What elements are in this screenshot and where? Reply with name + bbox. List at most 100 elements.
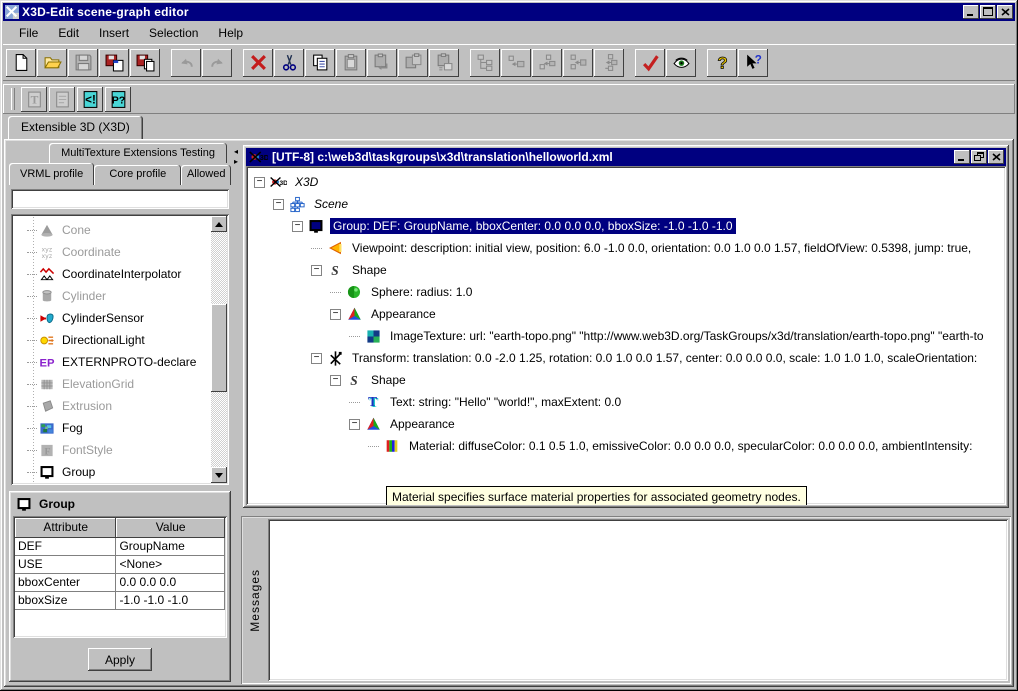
palette-node-cylindersensor[interactable]: CylinderSensor	[15, 307, 229, 329]
palette-node-group[interactable]: Group	[15, 461, 229, 483]
minimize-button[interactable]	[963, 5, 979, 19]
scroll-up-button[interactable]	[211, 216, 227, 232]
palette-node-fontstyle: FFontStyle	[15, 439, 229, 461]
toolbar-button-open-folder[interactable]	[37, 49, 67, 77]
toolbar-separator	[625, 49, 634, 77]
messages-tab[interactable]: Messages	[244, 519, 266, 681]
node-palette-panel: MultiTexture Extensions Testing VRML pro…	[7, 142, 233, 684]
tree-node-label: Text: string: "Hello" "world!", maxExten…	[387, 394, 624, 410]
profile-tab-core-profile[interactable]: Core profile	[94, 165, 181, 185]
profile-tab-vrml-profile[interactable]: VRML profile	[9, 163, 94, 185]
tree-node-imagetexture[interactable]: ImageTexture: url: "earth-topo.png" "htt…	[246, 325, 1006, 347]
tree-node-group[interactable]: − Group: DEF: GroupName, bboxCenter: 0.0 …	[246, 215, 1006, 237]
scrollbar-thumb[interactable]	[211, 304, 227, 392]
palette-node-label: EXTERNPROTO-declare	[62, 355, 196, 369]
palette-node-externproto-declare[interactable]: EPEXTERNPROTO-declare	[15, 351, 229, 373]
tree-node-viewpoint[interactable]: Viewpoint: description: initial view, po…	[246, 237, 1006, 259]
attribute-value-cell[interactable]: GroupName	[116, 538, 225, 556]
node-merge-icon	[569, 53, 588, 72]
toolbar-button-tree-hierarchy	[470, 49, 500, 77]
tree-collapse-icon[interactable]: −	[311, 265, 322, 276]
split-divider[interactable]: ◂ ▸	[233, 142, 241, 684]
attribute-table-wrap: Attribute Value DEFGroupNameUSE<None>bbo…	[13, 516, 227, 638]
tree-node-shape[interactable]: −SShape	[246, 369, 1006, 391]
menu-item-help[interactable]: Help	[208, 23, 253, 43]
toolbar-grip[interactable]	[11, 88, 15, 110]
scroll-down-button[interactable]	[211, 467, 227, 483]
menu-item-insert[interactable]: Insert	[89, 23, 139, 43]
toolbar-button-copy[interactable]	[305, 49, 335, 77]
toolbar-button-help-question[interactable]: ?	[707, 49, 737, 77]
tree-collapse-icon[interactable]: −	[292, 221, 303, 232]
document-minimize-button[interactable]	[954, 150, 970, 164]
node-insert-left-icon	[507, 53, 526, 72]
toolbar-button-new-document[interactable]	[6, 49, 36, 77]
tree-collapse-icon[interactable]: −	[254, 177, 265, 188]
palette-button-page-pi[interactable]: P?	[105, 87, 131, 112]
profile-tab-allowed[interactable]: Allowed	[181, 165, 231, 185]
menu-item-file[interactable]: File	[9, 23, 48, 43]
attribute-value-cell[interactable]: 0.0 0.0 0.0	[116, 574, 225, 592]
palette-node-coordinate: xyzxyzCoordinate	[15, 241, 229, 263]
document-restore-button[interactable]	[971, 150, 987, 164]
node-filter-input[interactable]	[11, 189, 229, 209]
toolbar-button-save-copy[interactable]	[130, 49, 160, 77]
tree-node-material[interactable]: Material: diffuseColor: 0.1 0.5 1.0, emi…	[246, 435, 1006, 457]
minimize-icon	[957, 152, 967, 161]
tree-node-appearance[interactable]: −Appearance	[246, 413, 1006, 435]
attribute-value-cell[interactable]: <None>	[116, 556, 225, 574]
collapse-left-icon[interactable]: ◂	[234, 148, 238, 156]
tree-collapse-icon[interactable]: −	[273, 199, 284, 210]
attribute-value-cell[interactable]: -1.0 -1.0 -1.0	[116, 592, 225, 610]
tab-multitexture-extensions[interactable]: MultiTexture Extensions Testing	[49, 143, 227, 163]
value-column-header: Value	[116, 518, 225, 538]
toolbar-button-validate-check[interactable]	[635, 49, 665, 77]
palette-node-coordinateinterpolator[interactable]: CoordinateInterpolator	[15, 263, 229, 285]
apply-button[interactable]: Apply	[88, 648, 152, 671]
document-titlebar[interactable]: 3D [UTF-8] c:\web3d\taskgroups\x3d\trans…	[246, 148, 1006, 166]
tree-node-label: Group: DEF: GroupName, bboxCenter: 0.0 0…	[330, 218, 736, 234]
group-icon	[38, 464, 56, 480]
palette-node-fog[interactable]: Fog	[15, 417, 229, 439]
tree-node-sphere[interactable]: Sphere: radius: 1.0	[246, 281, 1006, 303]
tree-collapse-icon[interactable]: −	[349, 419, 360, 430]
tree-node-scene[interactable]: −Scene	[246, 193, 1006, 215]
palette-node-extrusion: Extrusion	[15, 395, 229, 417]
svg-text:P?: P?	[111, 94, 124, 106]
toolbar-button-redo	[202, 49, 232, 77]
palette-node-directionallight[interactable]: DirectionalLight	[15, 329, 229, 351]
tab-extensible-3d[interactable]: Extensible 3D (X3D)	[8, 116, 143, 139]
svg-text:T: T	[30, 93, 38, 106]
toolbar-button-delete[interactable]	[243, 49, 273, 77]
attribute-name-cell: bboxSize	[15, 592, 116, 610]
scrollbar-track[interactable]	[211, 232, 227, 467]
material-icon	[383, 438, 401, 455]
coordinate-interpolator-icon	[38, 266, 56, 282]
menu-item-edit[interactable]: Edit	[48, 23, 89, 43]
palette-button-page-xml-decl[interactable]: <!	[77, 87, 103, 112]
window-titlebar: X3D-Edit scene-graph editor	[3, 3, 1015, 21]
tree-node-text[interactable]: TTText: string: "Hello" "world!", maxExt…	[246, 391, 1006, 413]
toolbar-button-save-as-docs[interactable]	[99, 49, 129, 77]
tree-node-shape[interactable]: −SShape	[246, 259, 1006, 281]
main-toolbar: ??	[3, 44, 1015, 81]
menu-item-selection[interactable]: Selection	[139, 23, 208, 43]
tree-collapse-icon[interactable]: −	[311, 353, 322, 364]
toolbar-button-cut[interactable]	[274, 49, 304, 77]
tree-node-appearance[interactable]: −Appearance	[246, 303, 1006, 325]
close-button[interactable]	[997, 5, 1013, 19]
tree-node-x3d[interactable]: −3DX3D	[246, 171, 1006, 193]
palette-node-label: Cylinder	[62, 289, 106, 303]
document-close-button[interactable]	[988, 150, 1004, 164]
collapse-right-icon[interactable]: ▸	[234, 158, 238, 166]
tree-collapse-icon[interactable]: −	[330, 309, 341, 320]
maximize-button[interactable]	[980, 5, 996, 19]
tooltip-line1: Material specifies surface material prop…	[392, 489, 801, 505]
save-copy-icon	[136, 53, 155, 72]
tree-collapse-icon[interactable]: −	[330, 375, 341, 386]
messages-output-area	[268, 519, 1008, 681]
tree-node-transform[interactable]: −Transform: translation: 0.0 -2.0 1.25, …	[246, 347, 1006, 369]
palette-node-label: CylinderSensor	[62, 311, 144, 325]
toolbar-button-context-help[interactable]: ?	[738, 49, 768, 77]
toolbar-button-preview-eye[interactable]	[666, 49, 696, 77]
